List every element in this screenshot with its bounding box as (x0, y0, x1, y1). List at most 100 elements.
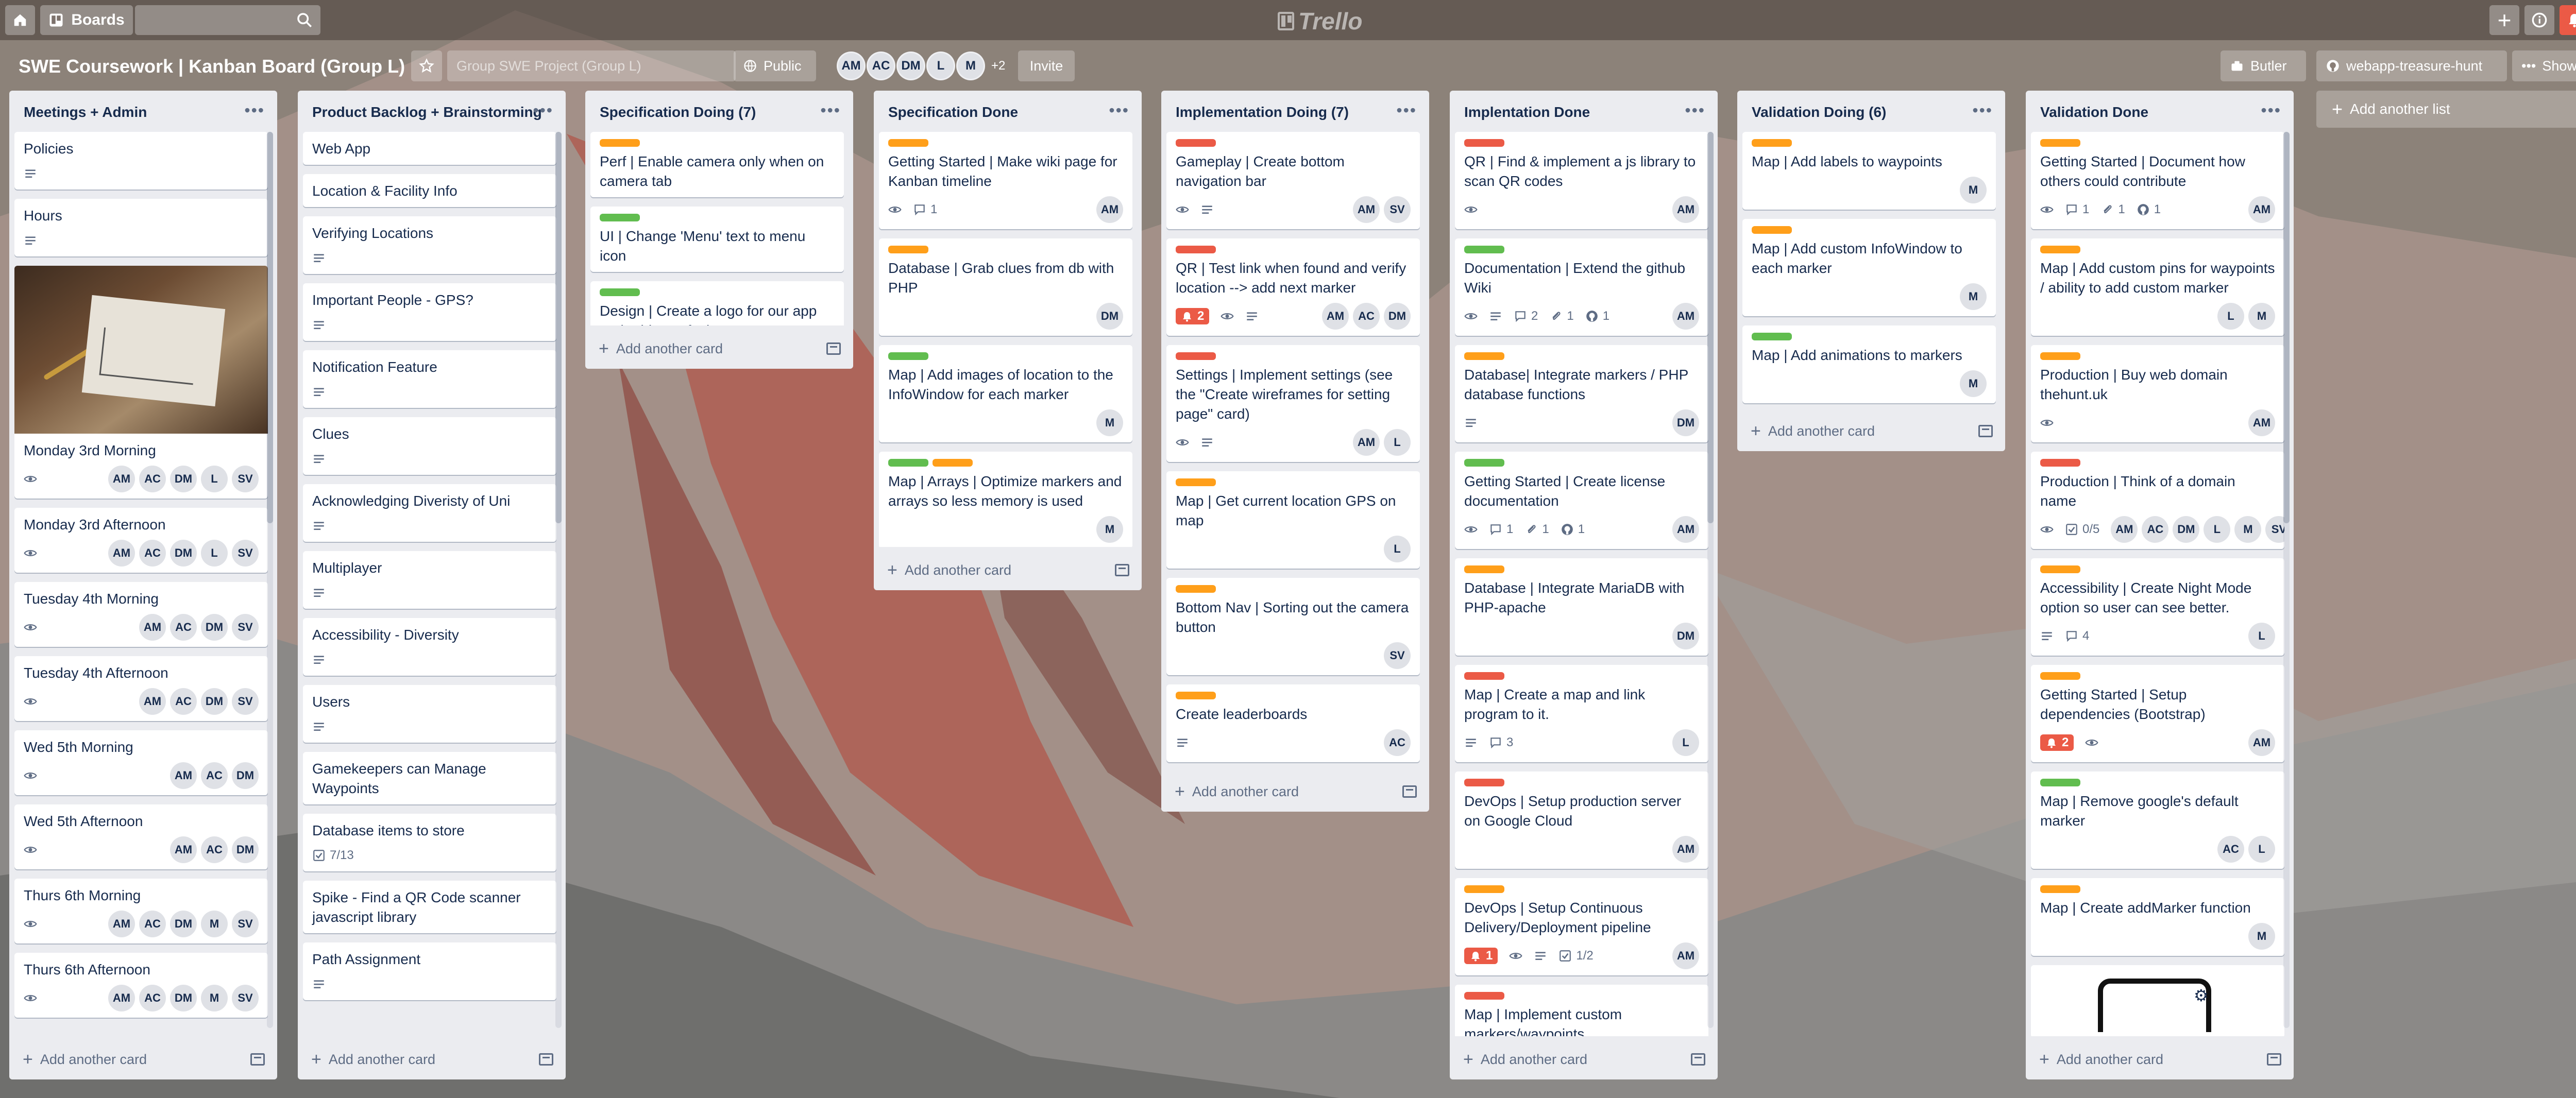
card[interactable]: Getting Started | Setup dependencies (Bo… (2031, 665, 2284, 762)
card-label-orange[interactable] (1464, 352, 1504, 360)
card-label-red[interactable] (1464, 139, 1504, 147)
card[interactable]: DevOps | Setup production server on Goog… (1455, 771, 1708, 869)
member-avatar[interactable]: AM (1672, 303, 1699, 330)
card[interactable]: Map | Add images of location to the Info… (879, 345, 1132, 442)
card[interactable]: Policies (14, 132, 268, 190)
member-avatar[interactable]: AM (108, 911, 135, 937)
card[interactable]: QR | Test link when found and verify loc… (1166, 238, 1420, 336)
card[interactable]: UI | Change 'Menu' text to menu icon (590, 207, 844, 272)
add-card-button[interactable]: + Add another card (1175, 771, 1417, 812)
search-input[interactable] (135, 5, 320, 35)
card[interactable]: Notification Feature (303, 350, 556, 408)
member-avatar[interactable]: DM (170, 911, 197, 937)
card-label-orange[interactable] (1752, 226, 1792, 234)
card-template-icon[interactable] (1978, 425, 1993, 437)
list-menu-icon[interactable]: ••• (2261, 101, 2281, 120)
list-title[interactable]: Meetings + Admin (24, 104, 147, 121)
member-avatar[interactable]: L (926, 52, 955, 80)
member-avatar[interactable]: AM (1672, 942, 1699, 969)
member-avatar[interactable]: AC (139, 985, 166, 1011)
card[interactable]: Users (303, 685, 556, 743)
list-title[interactable]: Product Backlog + Brainstorming (312, 104, 542, 121)
card-label-red[interactable] (2040, 459, 2080, 467)
card[interactable]: Gameplay | Create bottom navigation bar A… (1166, 132, 1420, 229)
card[interactable]: Getting Started | Make wiki page for Kan… (879, 132, 1132, 229)
member-avatar[interactable]: AM (2248, 196, 2275, 223)
member-avatar[interactable]: SV (232, 466, 259, 492)
member-avatar[interactable]: M (201, 911, 228, 937)
member-avatar[interactable]: L (201, 540, 228, 567)
member-avatar[interactable]: M (1960, 370, 1987, 397)
member-avatar[interactable]: AC (2217, 836, 2244, 863)
card[interactable]: Design | Create a logo for our app and a… (590, 281, 844, 325)
member-avatar[interactable]: DM (2173, 516, 2200, 543)
list-title[interactable]: Specification Doing (7) (600, 104, 756, 121)
card[interactable]: Getting Started | Document how others co… (2031, 132, 2284, 229)
card[interactable]: Map | Create addMarker function M (2031, 878, 2284, 956)
notifications-button[interactable] (2560, 5, 2576, 35)
card[interactable]: Acknowledging Diveristy of Uni (303, 484, 556, 542)
card[interactable]: Production | Think of a domain name 0/5 AM… (2031, 452, 2284, 549)
invite-button[interactable]: Invite (1018, 50, 1075, 81)
list-menu-icon[interactable]: ••• (244, 101, 265, 120)
card[interactable]: Database| Integrate markers / PHP databa… (1455, 345, 1708, 442)
card[interactable]: Database items to store 7/13 (303, 814, 556, 871)
member-avatar[interactable]: AM (1672, 196, 1699, 223)
member-avatar[interactable]: AM (2248, 409, 2275, 436)
member-avatar[interactable]: M (2234, 516, 2262, 543)
list-menu-icon[interactable]: ••• (533, 101, 553, 120)
card[interactable]: Clues (303, 417, 556, 475)
card-template-icon[interactable] (1115, 564, 1129, 576)
card-template-icon[interactable] (539, 1053, 553, 1066)
card[interactable]: Bottom Nav | Sorting out the camera butt… (1166, 578, 1420, 675)
card-label-green[interactable] (888, 352, 928, 360)
card-label-orange[interactable] (1176, 478, 1216, 486)
list-title[interactable]: Implementation Doing (7) (1176, 104, 1349, 121)
member-avatar[interactable]: DM (1672, 409, 1699, 436)
visibility-button[interactable]: Public (734, 50, 816, 81)
member-avatar[interactable]: SV (232, 614, 259, 641)
add-card-button[interactable]: + Add another card (311, 1039, 553, 1079)
card-label-orange[interactable] (2040, 672, 2080, 680)
member-avatar[interactable]: L (2248, 836, 2275, 863)
list-menu-icon[interactable]: ••• (1109, 101, 1129, 120)
card[interactable]: Map | Get current location GPS on map L (1166, 471, 1420, 569)
boards-button[interactable]: Boards (40, 5, 133, 35)
card[interactable]: ⚙ (2031, 965, 2284, 1036)
member-avatar[interactable]: AM (1322, 303, 1349, 330)
create-button[interactable]: + (2489, 5, 2519, 35)
card[interactable]: Production | Buy web domain thehunt.uk AM (2031, 345, 2284, 442)
card-label-orange[interactable] (2040, 565, 2080, 573)
add-card-button[interactable]: + Add another card (887, 550, 1129, 590)
member-avatar[interactable]: AC (139, 540, 166, 567)
member-avatar[interactable]: AM (2111, 516, 2138, 543)
card-label-orange[interactable] (1176, 692, 1216, 699)
card-label-orange[interactable] (1176, 585, 1216, 593)
member-avatar[interactable]: M (1960, 177, 1987, 203)
card[interactable]: Path Assignment (303, 942, 556, 1000)
list-scrollbar[interactable] (1707, 132, 1714, 1028)
card-template-icon[interactable] (2267, 1053, 2281, 1066)
list-title[interactable]: Validation Done (2040, 104, 2148, 121)
member-avatar[interactable]: DM (1672, 623, 1699, 649)
card[interactable]: Web App (303, 132, 556, 165)
card-label-orange[interactable] (1752, 139, 1792, 147)
member-avatar[interactable]: DM (170, 540, 197, 567)
scrollbar-thumb[interactable] (267, 132, 273, 523)
member-avatar[interactable]: SV (1384, 642, 1411, 669)
home-button[interactable] (5, 5, 35, 35)
card-label-orange[interactable] (2040, 246, 2080, 253)
card-label-orange[interactable] (888, 246, 928, 253)
card[interactable]: Verifying Locations (303, 216, 556, 274)
member-avatar[interactable]: SV (232, 985, 259, 1011)
card[interactable]: Accessibility | Create Night Mode option… (2031, 558, 2284, 656)
card-label-red[interactable] (1176, 246, 1216, 253)
member-avatar[interactable]: M (1960, 283, 1987, 310)
member-avatar[interactable]: L (1384, 429, 1411, 456)
card[interactable]: Monday 3rd Afternoon AM AC DM L SV (14, 508, 268, 573)
member-avatar[interactable]: DM (201, 688, 228, 715)
member-avatar[interactable]: L (2217, 303, 2244, 330)
member-avatar[interactable]: DM (1384, 303, 1411, 330)
add-card-button[interactable]: + Add another card (599, 329, 841, 369)
member-avatar[interactable]: AC (867, 52, 895, 80)
